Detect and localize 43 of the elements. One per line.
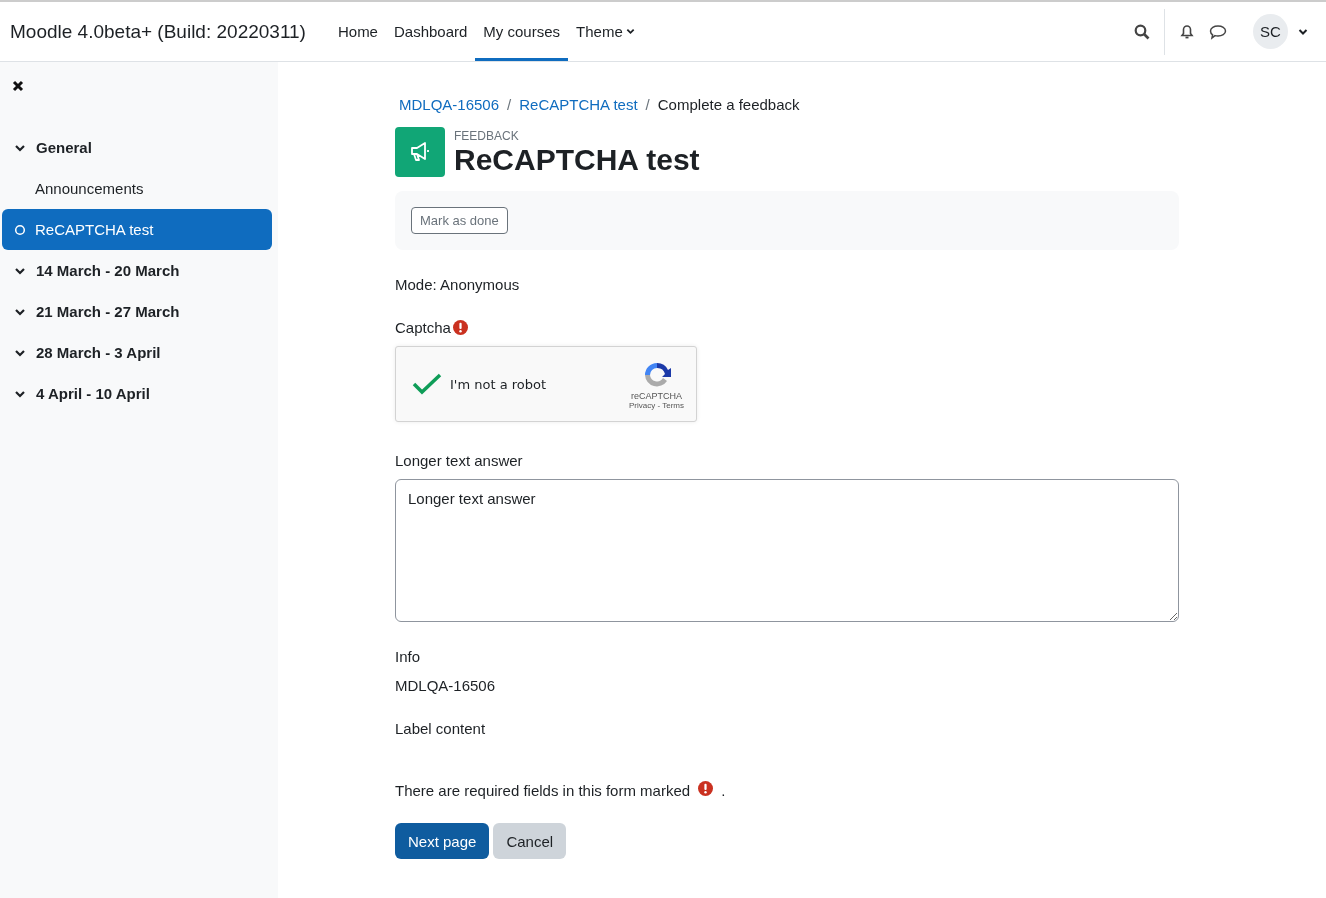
label-content: Label content [395, 720, 487, 737]
field-label: Info [395, 648, 422, 665]
required-icon [698, 781, 714, 796]
bell-icon[interactable] [1179, 23, 1195, 40]
circle-icon [14, 223, 26, 236]
feedback-icon [395, 127, 445, 177]
current-page-label: Complete a feedback [657, 96, 800, 113]
cancel-button[interactable]: Cancel [493, 823, 567, 859]
info-value: MDLQA-16506 [395, 677, 497, 694]
activity-link[interactable]: ReCAPTCHA test [2, 209, 272, 250]
nav-link[interactable]: Dashboard [385, 2, 476, 61]
longer-text-field[interactable]: Longer text answer [395, 479, 1179, 622]
section-link[interactable]: 14 March - 20 March [2, 250, 272, 291]
page-title: ReCAPTCHA test [454, 143, 700, 177]
chat-icon[interactable] [1209, 23, 1227, 40]
breadcrumb-link[interactable]: ReCAPTCHA test [519, 96, 638, 113]
breadcrumb-separator: / [645, 96, 650, 113]
user-avatar[interactable]: SC [1253, 14, 1288, 49]
privacy-terms-links[interactable]: Privacy - Terms [629, 400, 684, 410]
activity-link[interactable]: Announcements [2, 168, 272, 209]
section-link[interactable]: General [2, 127, 272, 168]
section-link[interactable]: 28 March - 3 April [2, 332, 272, 373]
required-notice: There are required fields in this form marked [395, 781, 691, 799]
mark-as-done-button[interactable]: Mark as done [411, 207, 508, 234]
close-icon[interactable] [12, 80, 24, 92]
mode-text: Mode: Anonymous [395, 276, 521, 293]
field-label: Captcha [395, 319, 451, 336]
field-label: Longer text answer [395, 452, 524, 469]
caret-icon [625, 27, 635, 36]
recaptcha-brand: reCAPTCHA [631, 390, 682, 401]
search-icon[interactable] [1134, 23, 1150, 40]
activity-type: FEEDBACK [454, 129, 520, 143]
section-link[interactable]: 4 April - 10 April [2, 373, 272, 414]
breadcrumb-link[interactable]: MDLQA-16506 [399, 96, 500, 113]
breadcrumb-separator: / [507, 96, 512, 113]
notice-period: . [721, 781, 726, 799]
nav-link[interactable]: My courses [475, 2, 569, 61]
checkbox-label: I'm not a robot [450, 376, 547, 392]
next-page-button[interactable]: Next page [395, 823, 490, 859]
nav-link[interactable]: Home [329, 2, 386, 61]
nav-link[interactable]: Theme [568, 2, 643, 61]
section-link[interactable]: 21 March - 27 March [2, 291, 272, 332]
site-name[interactable]: Moodle 4.0beta+ (Build: 20220311) [10, 2, 306, 61]
